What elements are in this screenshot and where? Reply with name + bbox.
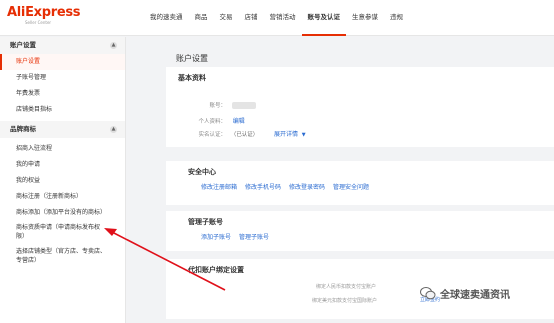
basic-info-title: 基本资料 (178, 74, 206, 82)
change-phone-link[interactable]: 修改手机号码 (245, 182, 281, 191)
nav-marketing[interactable]: 营销活动 (264, 0, 302, 36)
sidebar-item-sub-accounts[interactable]: 子账号管理 (0, 70, 125, 86)
sub-account-title: 管理子账号 (188, 218, 223, 226)
payment-title: 代扣账户绑定设置 (188, 266, 244, 274)
chevron-down-icon[interactable]: ▼ (302, 132, 306, 138)
nav-business-advisor[interactable]: 生意参谋 (346, 0, 384, 36)
manage-sub-account-link[interactable]: 管理子账号 (239, 232, 269, 241)
basic-info-card: 基本资料 账号： 个人资料： 编辑 实名认证： （已认证） 展开详情 ▼ (166, 67, 554, 147)
nav-violations[interactable]: 违规 (384, 0, 409, 36)
sidebar-item-my-applications[interactable]: 我的申请 (0, 157, 125, 173)
account-value-redacted (232, 102, 256, 109)
nav-account[interactable]: 账号及认证 (301, 0, 346, 36)
personal-row: 个人资料： 编辑 (172, 116, 245, 125)
sidebar-item-category-metrics[interactable]: 店铺类目指标 (0, 102, 125, 118)
aliexpress-logo[interactable]: AliExpress Seller Center (7, 5, 81, 26)
expand-details-link[interactable]: 展开详情 (274, 131, 298, 138)
sidebar-item-annual-invoice[interactable]: 年费发票 (0, 86, 125, 102)
watermark-text: 全球速卖通资讯 (440, 290, 510, 301)
nav-store[interactable]: 店铺 (239, 0, 264, 36)
wechat-icon (420, 287, 436, 300)
sub-account-links: 添加子账号 管理子账号 (201, 232, 269, 241)
account-label: 账号： (209, 103, 226, 109)
sidebar-group-account[interactable]: 账户设置 ▲ (0, 37, 125, 54)
sidebar-item-store-type[interactable]: 选择店铺类型（官方店、专卖店、专营店） (0, 244, 125, 268)
sidebar-item-onboarding[interactable]: 招商入驻流程 (0, 141, 125, 157)
verify-status: （已认证） (230, 132, 259, 138)
nav-orders[interactable]: 交易 (214, 0, 239, 36)
add-sub-account-link[interactable]: 添加子账号 (201, 232, 231, 241)
sidebar-item-my-rights[interactable]: 我的权益 (0, 173, 125, 189)
sidebar-item-trademark-qualification[interactable]: 商标资质申请（申请商标发布权限） (0, 220, 125, 244)
sidebar-group-label: 品牌商标 (10, 125, 36, 133)
page-title: 账户设置 (176, 54, 208, 63)
main-content: 账户设置 基本资料 账号： 个人资料： 编辑 实名认证： （已认证） 展开详情 … (166, 50, 554, 323)
nav-products[interactable]: 商品 (189, 0, 214, 36)
sidebar-item-account-settings[interactable]: 账户设置 (0, 54, 125, 70)
sidebar-group-label: 账户设置 (10, 41, 36, 49)
security-links: 修改注册邮箱 修改手机号码 修改登录密码 管理安全问题 (201, 182, 369, 191)
personal-label: 个人资料： (198, 119, 226, 125)
security-card: 安全中心 修改注册邮箱 修改手机号码 修改登录密码 管理安全问题 (166, 161, 554, 205)
usd-alipay-row: 绑定美元扣款支付宝国际账户 (312, 298, 378, 304)
main-nav: 我的速卖通 商品 交易 店铺 营销活动 账号及认证 生意参谋 违规 (144, 0, 409, 36)
sidebar-item-trademark-add[interactable]: 商标添加（添加平台没有的商标） (0, 205, 125, 220)
nav-home[interactable]: 我的速卖通 (144, 0, 189, 36)
sidebar: 账户设置 ▲ 账户设置 子账号管理 年费发票 店铺类目指标 品牌商标 ▲ 招商入… (0, 37, 126, 323)
change-password-link[interactable]: 修改登录密码 (289, 182, 325, 191)
sidebar-item-trademark-register[interactable]: 商标注册（注册新商标） (0, 189, 125, 205)
account-row: 账号： (172, 101, 256, 109)
top-bar: AliExpress Seller Center 我的速卖通 商品 交易 店铺 … (0, 0, 554, 36)
collapse-up-icon[interactable]: ▲ (110, 42, 117, 49)
sub-account-card: 管理子账号 添加子账号 管理子账号 (166, 211, 554, 251)
sidebar-group-brand[interactable]: 品牌商标 ▲ (0, 121, 125, 138)
manage-security-questions-link[interactable]: 管理安全问题 (333, 182, 369, 191)
verify-label: 实名认证： (198, 132, 226, 138)
logo-tagline: Seller Center (25, 20, 52, 25)
security-title: 安全中心 (188, 168, 216, 176)
verify-row: 实名认证： （已认证） 展开详情 ▼ (172, 129, 306, 138)
change-email-link[interactable]: 修改注册邮箱 (201, 182, 237, 191)
logo-text: AliExpress (7, 5, 81, 20)
collapse-up-icon[interactable]: ▲ (110, 126, 117, 133)
rmb-alipay-row: 绑定人民币扣款支付宝账户 (316, 284, 377, 290)
edit-personal-link[interactable]: 编辑 (233, 118, 245, 125)
wechat-watermark: 全球速卖通资讯 (420, 286, 510, 301)
